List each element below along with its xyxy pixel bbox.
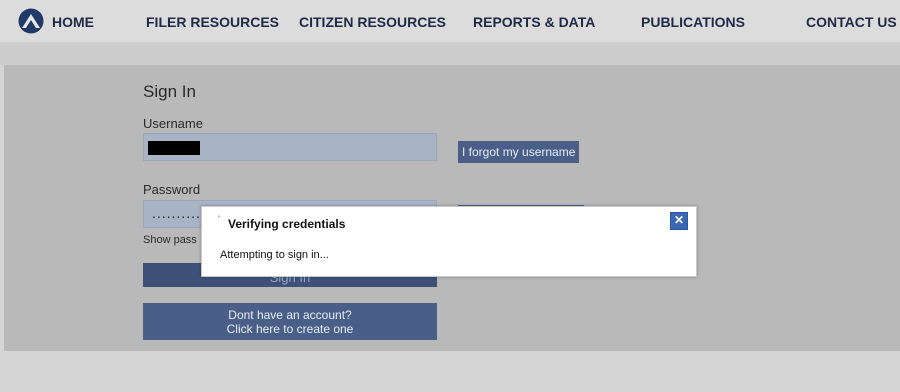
- signin-title: Sign In: [143, 82, 196, 101]
- nav-home[interactable]: HOME: [52, 14, 94, 30]
- dialog-title: Verifying credentials: [228, 217, 346, 231]
- top-navigation: HOME FILER RESOURCES CITIZEN RESOURCES R…: [0, 0, 900, 43]
- sub-header-strip: [0, 43, 900, 65]
- username-field[interactable]: [143, 133, 437, 161]
- nav-contact-us[interactable]: CONTACT US: [806, 14, 897, 30]
- redacted-username: [148, 141, 200, 155]
- show-password-label[interactable]: Show pass: [143, 234, 197, 246]
- nav-reports-data[interactable]: REPORTS & DATA: [473, 14, 595, 30]
- dialog-message: Attempting to sign in...: [220, 249, 329, 261]
- create-account-button[interactable]: Dont have an account? Click here to crea…: [143, 303, 437, 340]
- forgot-username-button[interactable]: I forgot my username: [458, 141, 580, 163]
- password-label: Password: [143, 182, 201, 197]
- page-footer-area: [0, 351, 900, 392]
- nav-citizen-resources[interactable]: CITIZEN RESOURCES: [299, 14, 446, 30]
- logo-icon[interactable]: [18, 8, 44, 34]
- nav-filer-resources[interactable]: FILER RESOURCES: [146, 14, 279, 30]
- password-mask: ..........: [152, 205, 201, 221]
- nav-publications[interactable]: PUBLICATIONS: [641, 14, 745, 30]
- close-icon[interactable]: ✕: [670, 212, 688, 230]
- create-account-line2: Click here to create one: [226, 321, 354, 336]
- create-account-line1: Dont have an account?: [228, 307, 352, 322]
- dialog-tick-mark: ': [218, 214, 220, 224]
- username-label: Username: [143, 116, 203, 131]
- verifying-dialog: ' Verifying credentials Attempting to si…: [201, 206, 697, 277]
